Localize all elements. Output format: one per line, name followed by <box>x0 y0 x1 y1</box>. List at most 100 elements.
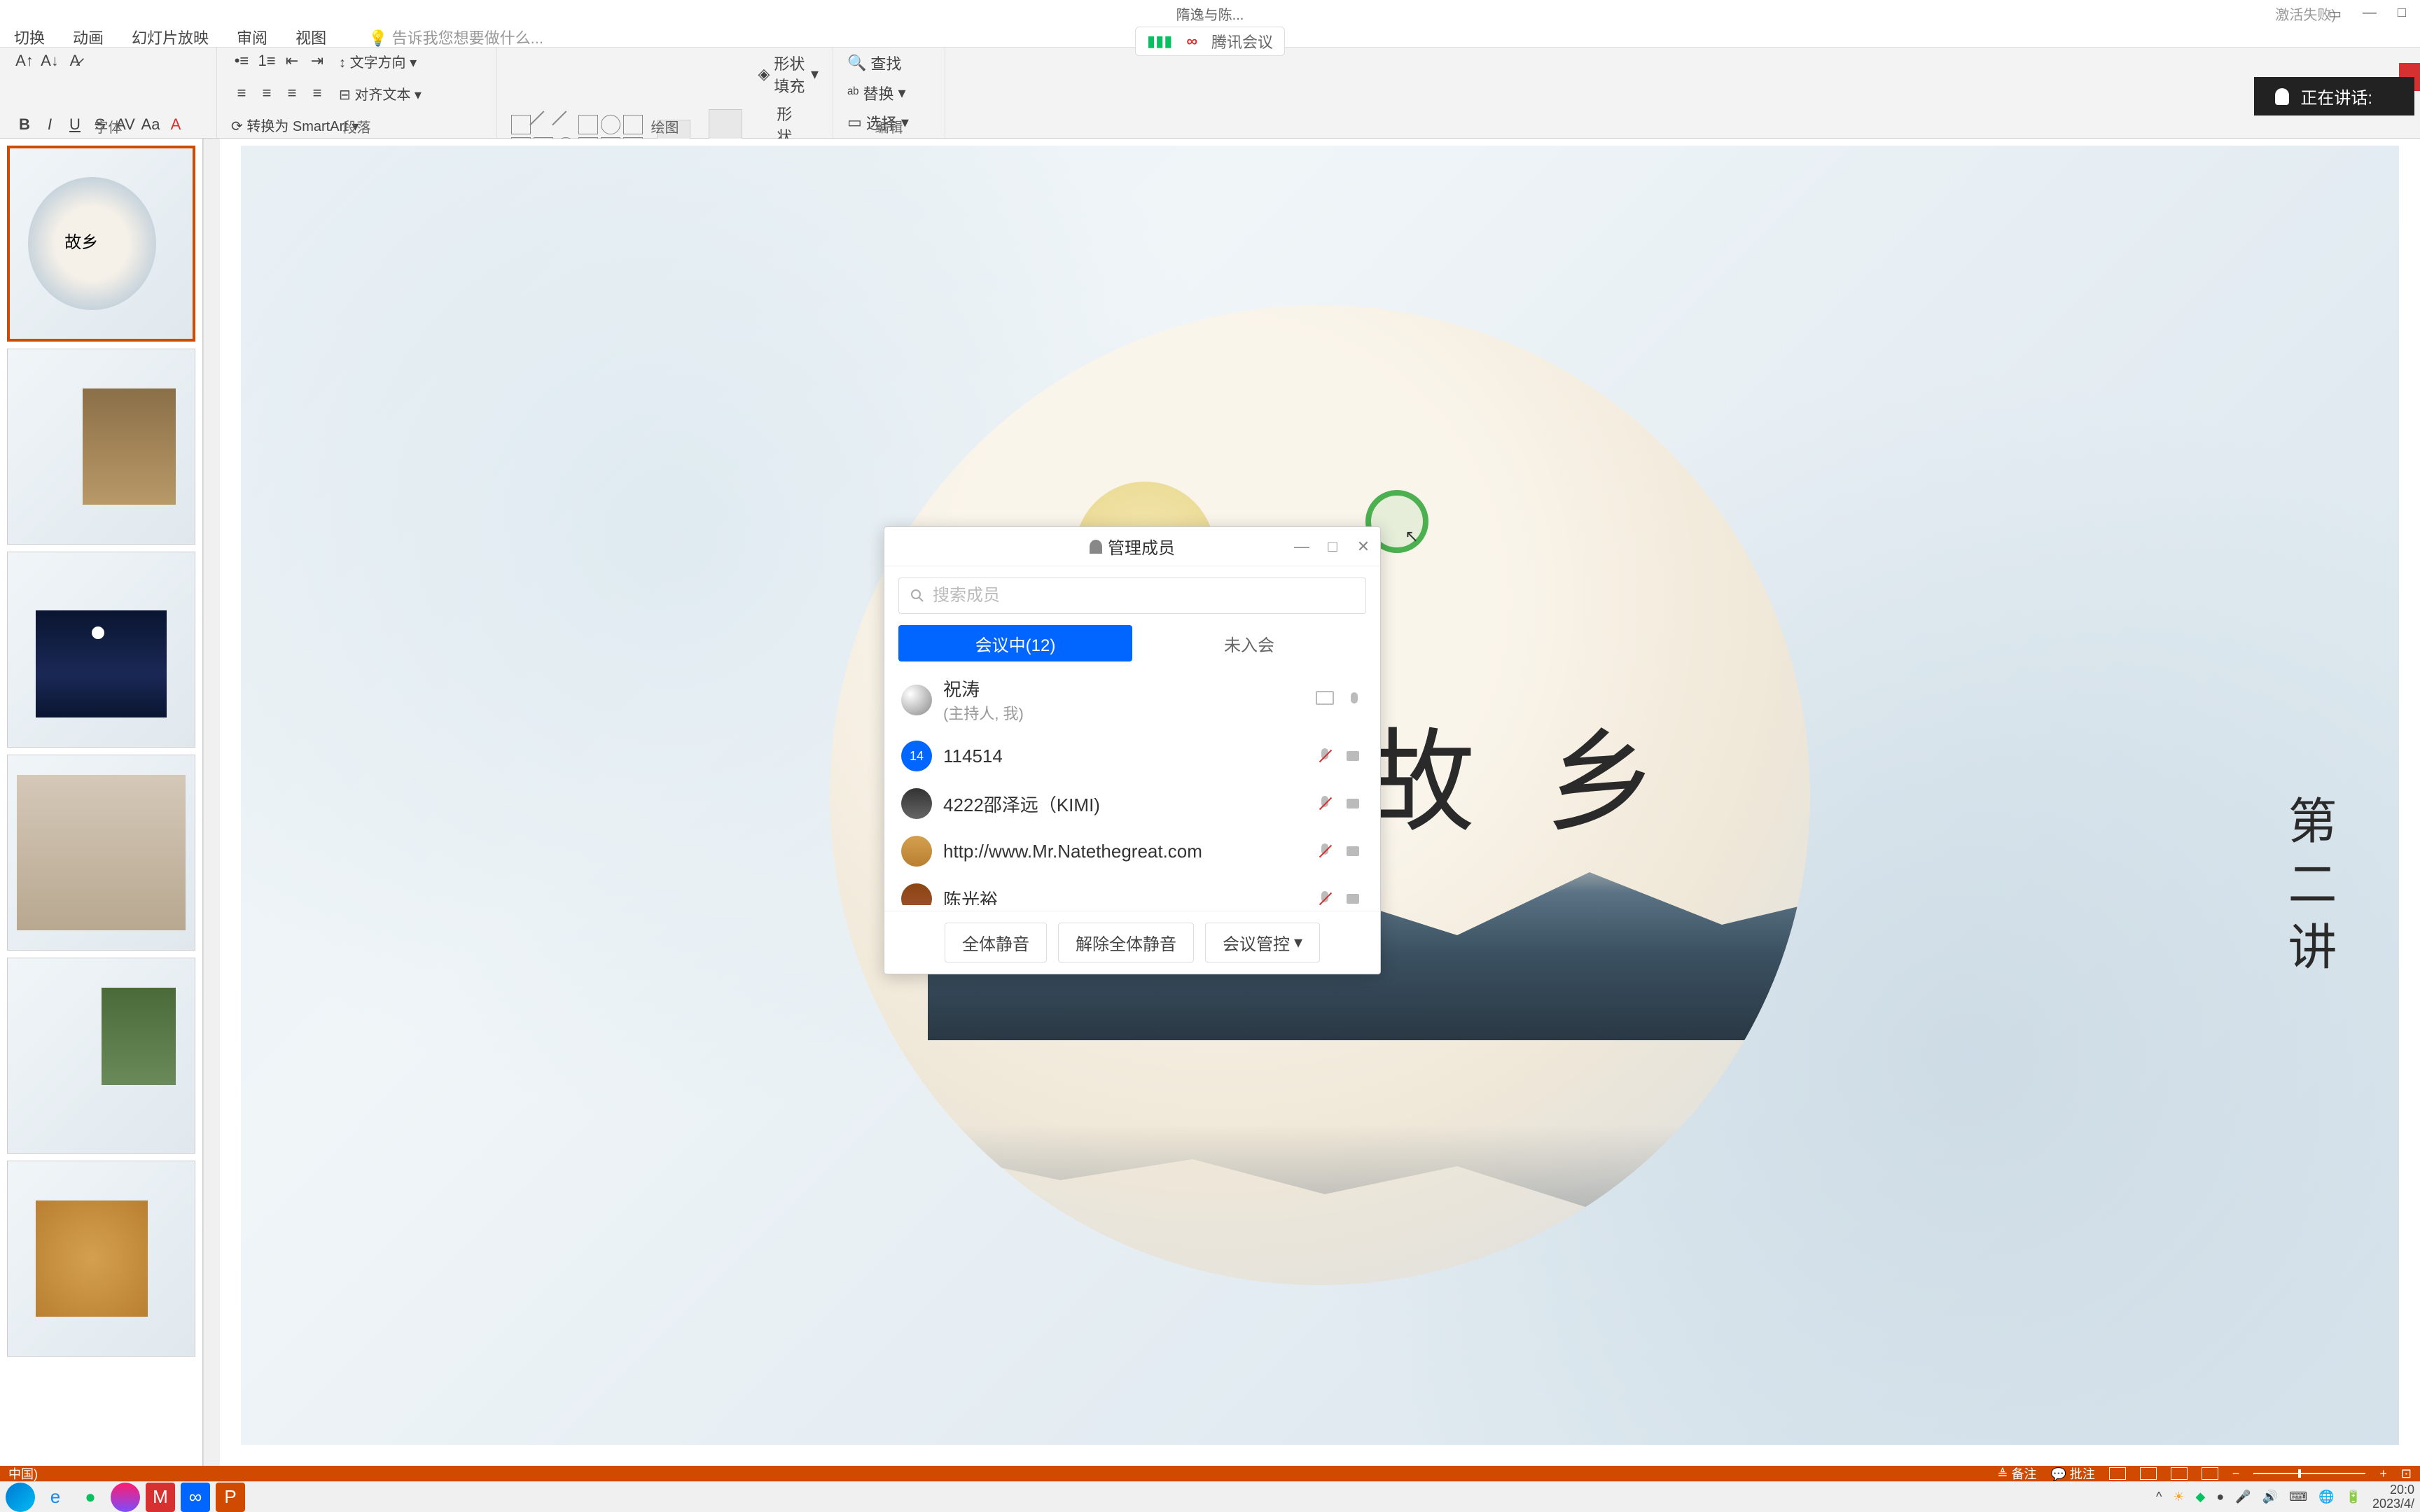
member-search-input[interactable] <box>933 586 1354 606</box>
align-text-button[interactable]: ⊟ 对齐文本 ▾ <box>339 83 422 104</box>
comments-button[interactable]: 💬 批注 <box>2050 1464 2094 1483</box>
tray-mic-icon[interactable]: 🎤 <box>2235 1490 2251 1504</box>
opera-icon[interactable] <box>111 1483 140 1512</box>
text-direction-button[interactable]: ↕ 文字方向 ▾ <box>339 51 417 71</box>
align-right-button[interactable]: ≡ <box>281 83 302 104</box>
mute-all-button[interactable]: 全体静音 <box>945 923 1047 962</box>
tab-not-joined[interactable]: 未入会 <box>1132 625 1366 662</box>
align-center-button[interactable]: ≡ <box>256 83 277 104</box>
microphone-muted-icon[interactable] <box>1316 890 1334 905</box>
tray-chevron-icon[interactable]: ^ <box>2156 1490 2162 1504</box>
decrease-indent-button[interactable]: ⇤ <box>281 50 302 71</box>
tab-slideshow[interactable]: 幻灯片放映 <box>118 26 223 48</box>
modal-close-button[interactable]: ✕ <box>1355 538 1372 556</box>
replace-button[interactable]: ᵃᵇ 替换 ▾ <box>847 80 931 106</box>
bold-button[interactable]: B <box>14 114 35 135</box>
member-row[interactable]: 14 114514 <box>884 732 1380 780</box>
maximize-button[interactable]: □ <box>2398 5 2406 22</box>
shape-arrow-icon[interactable] <box>552 111 580 139</box>
notes-button[interactable]: ≜ 备注 <box>1997 1464 2036 1483</box>
tab-transitions[interactable]: 切换 <box>0 26 59 48</box>
meeting-indicator[interactable]: ▮▮▮ ∞ 腾讯会议 <box>1135 27 1285 56</box>
bullets-button[interactable]: •≡ <box>231 50 252 71</box>
minimize-button[interactable]: — <box>2363 5 2377 22</box>
shape-rect2-icon[interactable] <box>578 115 598 134</box>
font-size-decrease[interactable]: A↓ <box>39 50 60 71</box>
slide-thumbnail-2[interactable] <box>7 349 195 545</box>
change-case-button[interactable]: Aa <box>140 114 161 135</box>
shape-triangle-icon[interactable] <box>623 115 643 134</box>
app-icon[interactable]: M <box>146 1483 175 1512</box>
shape-rect-icon[interactable] <box>511 115 531 134</box>
zoom-in-button[interactable]: + <box>2379 1466 2387 1481</box>
modal-minimize-button[interactable]: — <box>1293 538 1310 556</box>
reading-view-button[interactable] <box>2171 1467 2188 1480</box>
group-label-font: 字体 <box>95 116 123 136</box>
ie-browser-icon[interactable]: e <box>41 1483 70 1512</box>
taskbar-clock[interactable]: 20:0 2023/4/ <box>2372 1483 2414 1511</box>
align-left-button[interactable]: ≡ <box>231 83 252 104</box>
tab-in-meeting[interactable]: 会议中(12) <box>898 625 1132 662</box>
increase-indent-button[interactable]: ⇥ <box>307 50 328 71</box>
slide-thumbnail-5[interactable] <box>7 958 195 1154</box>
shape-fill-button[interactable]: ◈ 形状填充 ▾ <box>758 50 819 98</box>
microphone-muted-icon[interactable] <box>1316 842 1334 860</box>
camera-icon[interactable] <box>1345 747 1363 765</box>
tray-weather-icon[interactable]: ☀ <box>2173 1490 2184 1504</box>
italic-button[interactable]: I <box>39 114 60 135</box>
fit-to-window-button[interactable]: ⊡ <box>2401 1466 2412 1481</box>
powerpoint-taskbar-icon[interactable]: P <box>216 1483 245 1512</box>
edge-browser-icon[interactable] <box>6 1483 35 1512</box>
normal-view-button[interactable] <box>2109 1467 2126 1480</box>
microphone-muted-icon[interactable] <box>1316 747 1334 765</box>
justify-button[interactable]: ≡ <box>307 83 328 104</box>
camera-icon[interactable] <box>1345 890 1363 905</box>
member-search-box[interactable] <box>898 578 1366 614</box>
meeting-control-button[interactable]: 会议管控 ▾ <box>1205 923 1320 962</box>
font-color-button[interactable]: A <box>165 114 186 135</box>
tab-view[interactable]: 视图 <box>281 26 340 48</box>
underline-button[interactable]: U <box>64 114 85 135</box>
ribbon-options-icon[interactable]: ▭ <box>2328 5 2342 22</box>
tencent-meeting-taskbar-icon[interactable]: ∞ <box>181 1483 210 1512</box>
sorter-view-button[interactable] <box>2140 1467 2157 1480</box>
zoom-slider[interactable] <box>2253 1473 2365 1474</box>
language-indicator[interactable]: 中国) <box>8 1464 38 1483</box>
tray-network-icon[interactable]: 🌐 <box>2318 1490 2334 1504</box>
tab-review[interactable]: 审阅 <box>223 26 281 48</box>
unmute-all-button[interactable]: 解除全体静音 <box>1058 923 1194 962</box>
modal-maximize-button[interactable]: □ <box>1324 538 1341 556</box>
tab-animations[interactable]: 动画 <box>59 26 118 48</box>
tray-input-icon[interactable]: ⌨ <box>2289 1490 2307 1504</box>
thumbnails-scrollbar[interactable] <box>203 139 220 1466</box>
slide-thumbnails-panel[interactable]: 故乡 <box>0 139 203 1466</box>
person-icon <box>1090 540 1102 554</box>
screen-share-icon[interactable] <box>1316 691 1334 705</box>
member-row[interactable]: 祝涛 (主持人, 我) <box>884 667 1380 732</box>
numbering-button[interactable]: 1≡ <box>256 50 277 71</box>
camera-icon[interactable] <box>1345 842 1363 860</box>
slide-thumbnail-4[interactable] <box>7 755 195 951</box>
tray-security-icon[interactable]: ◆ <box>2196 1490 2206 1504</box>
microphone-muted-icon[interactable] <box>1316 794 1334 813</box>
zoom-out-button[interactable]: − <box>2232 1466 2240 1481</box>
slideshow-view-button[interactable] <box>2202 1467 2218 1480</box>
find-button[interactable]: 🔍 查找 <box>847 50 931 76</box>
tray-volume-icon[interactable]: 🔊 <box>2262 1490 2278 1504</box>
clear-formatting[interactable]: A̷ <box>64 50 85 71</box>
font-size-increase[interactable]: A↑ <box>14 50 35 71</box>
shape-circle-icon[interactable] <box>601 115 620 134</box>
tray-battery-icon[interactable]: 🔋 <box>2346 1490 2361 1504</box>
microphone-icon[interactable] <box>1345 691 1363 709</box>
member-list[interactable]: 祝涛 (主持人, 我) 14 114514 4222邵泽远（KIMI) <box>884 667 1380 905</box>
tray-app-icon[interactable]: ● <box>2216 1490 2224 1504</box>
slide-thumbnail-3[interactable] <box>7 552 195 748</box>
member-row[interactable]: 4222邵泽远（KIMI) <box>884 780 1380 827</box>
slide-thumbnail-6[interactable] <box>7 1161 195 1357</box>
member-row[interactable]: 陈光裕 <box>884 875 1380 905</box>
wechat-icon[interactable]: ● <box>76 1483 105 1512</box>
slide-thumbnail-1[interactable]: 故乡 <box>7 146 195 342</box>
tell-me-search[interactable]: 💡 告诉我您想要做什么... <box>354 26 557 48</box>
member-row[interactable]: http://www.Mr.Natethegreat.com <box>884 827 1380 875</box>
camera-icon[interactable] <box>1345 794 1363 813</box>
